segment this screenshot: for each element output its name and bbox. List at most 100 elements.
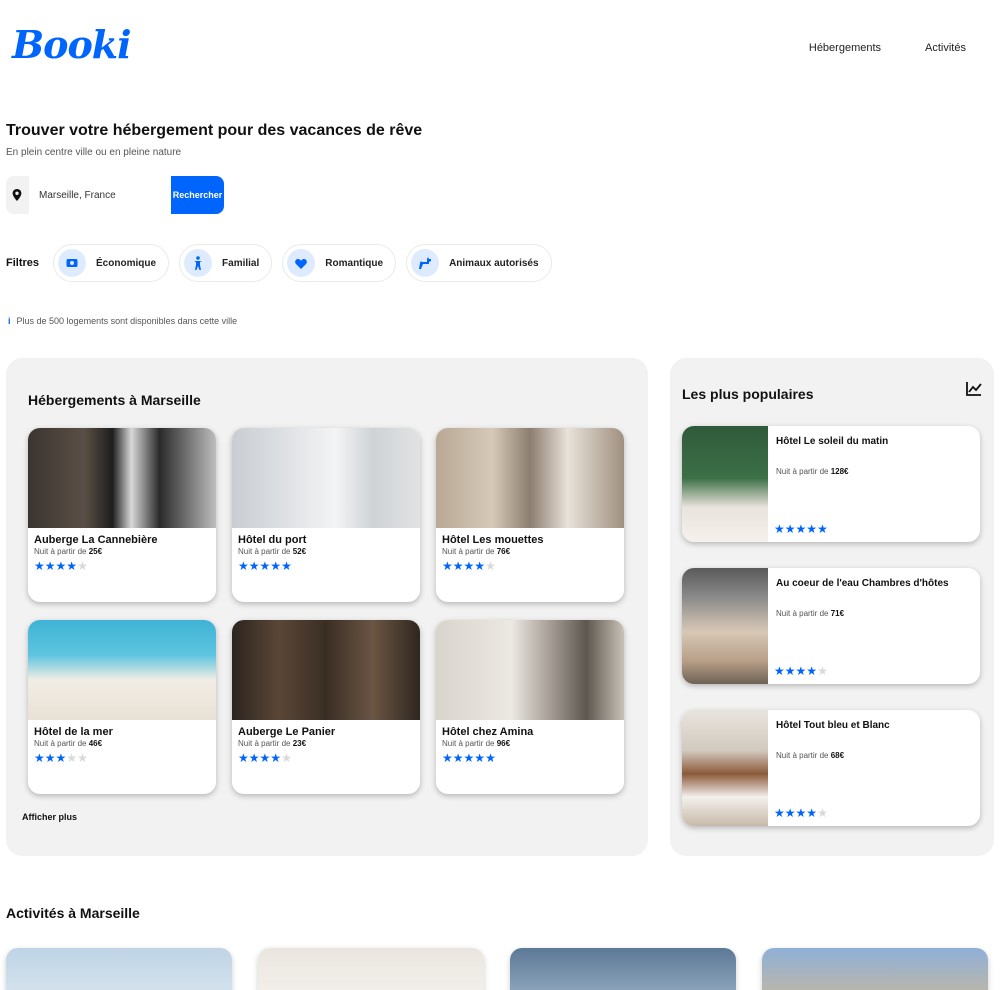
lodging-photo	[28, 428, 216, 528]
info-message: i Plus de 500 logements sont disponibles…	[8, 316, 237, 326]
popular-card[interactable]: Hôtel Le soleil du matin Nuit à partir d…	[682, 426, 980, 542]
nav-link-activites[interactable]: Activités	[925, 42, 966, 54]
star-filled-icon: ★	[795, 664, 807, 678]
lodging-photo	[28, 620, 216, 720]
star-filled-icon: ★	[259, 751, 271, 765]
rating-stars: ★★★★★	[232, 557, 420, 575]
star-filled-icon: ★	[474, 751, 486, 765]
booki-logo[interactable]: Booki	[12, 22, 132, 67]
page-title: Trouver votre hébergement pour des vacan…	[6, 122, 423, 139]
filter-economique[interactable]: Économique	[53, 244, 170, 282]
money-icon	[58, 249, 87, 277]
lodging-name: Hôtel de la mer	[34, 726, 113, 738]
lodging-name: Hôtel chez Amina	[442, 726, 534, 738]
rating-stars: ★★★★★	[232, 749, 420, 767]
star-filled-icon: ★	[281, 559, 292, 573]
lodging-photo	[436, 428, 624, 528]
page-subtitle: En plein centre ville ou en pleine natur…	[6, 147, 182, 158]
star-filled-icon: ★	[774, 522, 785, 536]
lodging-card[interactable]: Hôtel Les mouettes Nuit à partir de 76€ …	[436, 428, 624, 602]
filters-label: Filtres	[6, 257, 40, 269]
star-empty-icon: ★	[485, 559, 496, 573]
star-empty-icon: ★	[281, 751, 292, 765]
main-nav: Hébergements Activités	[809, 42, 966, 54]
lodgings-title: Hébergements à Marseille	[28, 392, 201, 408]
popular-title: Les plus populaires	[682, 386, 814, 402]
lodging-card[interactable]: Hôtel chez Amina Nuit à partir de 96€ ★★…	[436, 620, 624, 794]
star-filled-icon: ★	[238, 559, 249, 573]
star-filled-icon: ★	[248, 559, 260, 573]
star-filled-icon: ★	[806, 664, 818, 678]
lodging-price: Nuit à partir de 23€	[238, 739, 307, 748]
nav-link-hebergements[interactable]: Hébergements	[809, 42, 881, 54]
star-empty-icon: ★	[77, 751, 88, 765]
filter-romantique[interactable]: Romantique	[282, 244, 397, 282]
filters-bar: Filtres Économique Familial Romantique A…	[6, 244, 552, 282]
info-icon: i	[8, 316, 11, 326]
lodging-price: Nuit à partir de 76€	[442, 547, 511, 556]
star-filled-icon: ★	[463, 559, 475, 573]
popular-section: Les plus populaires Hôtel Le soleil du m…	[670, 358, 994, 856]
filter-animaux[interactable]: Animaux autorisés	[406, 244, 552, 282]
heart-icon	[287, 249, 316, 277]
dog-icon	[411, 249, 440, 277]
star-filled-icon: ★	[774, 664, 785, 678]
lodging-card[interactable]: Hôtel du port Nuit à partir de 52€ ★★★★★	[232, 428, 420, 602]
popular-photo	[682, 710, 768, 826]
info-text: Plus de 500 logements sont disponibles d…	[16, 316, 238, 326]
star-filled-icon: ★	[474, 559, 486, 573]
popular-card[interactable]: Au coeur de l'eau Chambres d'hôtes Nuit …	[682, 568, 980, 684]
lodging-name: Hôtel du port	[238, 534, 307, 546]
star-filled-icon: ★	[784, 806, 796, 820]
popular-card[interactable]: Hôtel Tout bleu et Blanc Nuit à partir d…	[682, 710, 980, 826]
popular-photo	[682, 426, 768, 542]
star-empty-icon: ★	[817, 806, 828, 820]
star-empty-icon: ★	[77, 559, 88, 573]
star-filled-icon: ★	[442, 751, 453, 765]
star-filled-icon: ★	[784, 664, 796, 678]
activity-card[interactable]	[762, 948, 988, 990]
popular-price: Nuit à partir de 71€	[776, 609, 845, 618]
rating-stars: ★★★★★	[436, 749, 624, 767]
rating-stars: ★★★★★	[774, 664, 828, 678]
activity-card[interactable]	[6, 948, 232, 990]
lodging-photo	[232, 428, 420, 528]
star-empty-icon: ★	[817, 664, 828, 678]
activity-card[interactable]	[258, 948, 484, 990]
rating-stars: ★★★★★	[28, 557, 216, 575]
filter-familial[interactable]: Familial	[179, 244, 273, 282]
lodging-card[interactable]: Hôtel de la mer Nuit à partir de 46€ ★★★…	[28, 620, 216, 794]
lodging-card[interactable]: Auberge Le Panier Nuit à partir de 23€ ★…	[232, 620, 420, 794]
star-filled-icon: ★	[44, 751, 56, 765]
star-filled-icon: ★	[55, 559, 67, 573]
lodging-price: Nuit à partir de 52€	[238, 547, 307, 556]
star-filled-icon: ★	[44, 559, 56, 573]
popular-price: Nuit à partir de 68€	[776, 751, 845, 760]
star-filled-icon: ★	[795, 806, 807, 820]
star-filled-icon: ★	[806, 806, 818, 820]
popular-name: Hôtel Tout bleu et Blanc	[776, 720, 890, 731]
lodging-photo	[232, 620, 420, 720]
child-icon	[184, 249, 213, 277]
filter-label: Romantique	[325, 257, 384, 269]
search-button[interactable]: Rechercher	[170, 176, 224, 214]
search-bar: Rechercher	[6, 176, 224, 214]
star-filled-icon: ★	[774, 806, 785, 820]
lodging-card[interactable]: Auberge La Cannebière Nuit à partir de 2…	[28, 428, 216, 602]
star-filled-icon: ★	[55, 751, 67, 765]
show-more-link[interactable]: Afficher plus	[22, 812, 77, 822]
star-filled-icon: ★	[784, 522, 796, 536]
popular-name: Au coeur de l'eau Chambres d'hôtes	[776, 578, 949, 589]
filter-label: Économique	[96, 257, 157, 269]
star-filled-icon: ★	[452, 751, 464, 765]
star-filled-icon: ★	[795, 522, 807, 536]
star-filled-icon: ★	[270, 751, 282, 765]
rating-stars: ★★★★★	[774, 522, 828, 536]
popular-name: Hôtel Le soleil du matin	[776, 436, 889, 447]
star-filled-icon: ★	[463, 751, 475, 765]
search-input[interactable]	[28, 176, 171, 214]
star-filled-icon: ★	[34, 751, 45, 765]
lodging-name: Auberge La Cannebière	[34, 534, 158, 546]
activity-card[interactable]	[510, 948, 736, 990]
star-filled-icon: ★	[66, 559, 78, 573]
